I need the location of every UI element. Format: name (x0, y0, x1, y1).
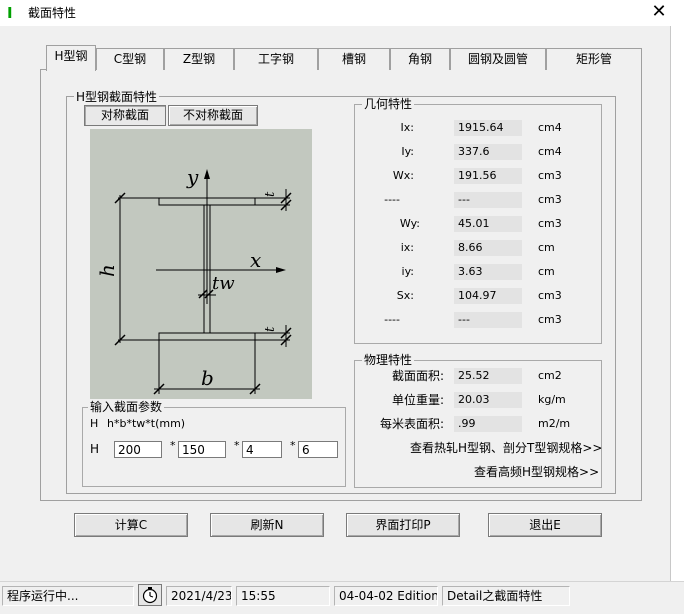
ix-unit: cm4 (538, 121, 562, 134)
app-icon: I (7, 4, 13, 22)
iy-unit: cm4 (538, 145, 562, 158)
sx2-label: ---- (384, 313, 400, 326)
asymmetric-section-button[interactable]: 不对称截面 (168, 105, 258, 126)
tw-label: tw (212, 273, 235, 294)
area-value: 25.52 (454, 368, 522, 384)
t-bottom-label: t (263, 326, 278, 332)
rx-value: 8.66 (454, 240, 522, 256)
hot-rolled-spec-link[interactable]: 查看热轧H型钢、剖分T型钢规格>> (410, 440, 602, 456)
print-button[interactable]: 界面打印P (346, 513, 460, 537)
iy-label: Iy: (401, 145, 414, 158)
tab-i-beam[interactable]: 工字钢 (234, 48, 318, 70)
status-time: 15:55 (236, 586, 330, 606)
ry-label: iy: (401, 265, 414, 278)
wx2-value: --- (454, 192, 522, 208)
formula-text: h*b*tw*t(mm) (107, 417, 186, 430)
wx-unit: cm3 (538, 169, 562, 182)
rx-unit: cm (538, 241, 555, 254)
ix-label: Ix: (400, 121, 414, 134)
wx2-unit: cm3 (538, 193, 562, 206)
status-edition: 04-04-02 Edition (334, 586, 438, 606)
t-input[interactable] (298, 441, 338, 458)
input-params-label: 输入截面参数 (88, 400, 165, 414)
status-module: Detail之截面特性 (442, 586, 570, 606)
stopwatch-icon (138, 584, 162, 606)
weight-label: 单位重量: (391, 393, 444, 407)
area-label: 截面面积: (391, 369, 444, 383)
b-label: b (201, 366, 214, 390)
area-unit: cm2 (538, 369, 562, 382)
tab-round-tube[interactable]: 圆钢及圆管 (450, 48, 546, 70)
high-freq-spec-link[interactable]: 查看高频H型钢规格>> (474, 464, 599, 480)
weight-value: 20.03 (454, 392, 522, 408)
ry-unit: cm (538, 265, 555, 278)
tab-channel[interactable]: 槽钢 (318, 48, 390, 70)
wx2-label: ---- (384, 193, 400, 206)
sx2-unit: cm3 (538, 313, 562, 326)
physical-group-label: 物理特性 (362, 353, 415, 367)
x-axis-arrow (276, 267, 286, 273)
h-beam-drawing: y x h b tw t t (95, 165, 292, 395)
status-date: 2021/4/23 (166, 586, 232, 606)
tab-h-beam[interactable]: H型钢 (46, 45, 96, 71)
wy-value: 45.01 (454, 216, 522, 232)
wy-unit: cm3 (538, 217, 562, 230)
separator-3: * (290, 439, 296, 452)
surface-unit: m2/m (538, 417, 571, 430)
ix-value: 1915.64 (454, 120, 522, 136)
weight-unit: kg/m (538, 393, 566, 406)
input-row-label: H (90, 442, 100, 456)
rx-label: ix: (400, 241, 414, 254)
h-beam-diagram: y x h b tw t t (90, 129, 312, 399)
title-bar (0, 0, 684, 26)
refresh-button[interactable]: 刷新N (210, 513, 324, 537)
bottom-flange (158, 332, 256, 341)
symmetric-section-button[interactable]: 对称截面 (84, 105, 166, 126)
calculate-button[interactable]: 计算C (74, 513, 188, 537)
surface-label: 每米表面积: (379, 417, 444, 431)
ry-value: 3.63 (454, 264, 522, 280)
separator-1: * (170, 439, 176, 452)
tw-input[interactable] (242, 441, 282, 458)
t-top-label: t (263, 191, 278, 197)
y-axis-label: y (186, 165, 199, 189)
sx2-value: --- (454, 312, 522, 328)
b-input[interactable] (178, 441, 226, 458)
section-group-label: H型钢截面特性 (74, 90, 160, 104)
sx-value: 104.97 (454, 288, 522, 304)
surface-value: .99 (454, 416, 522, 432)
tab-z-steel[interactable]: Z型钢 (164, 48, 234, 70)
wx-value: 191.56 (454, 168, 522, 184)
x-axis-label: x (250, 248, 261, 272)
wy-label: Wy: (399, 217, 420, 230)
window-title: 截面特性 (28, 6, 77, 20)
separator-2: * (234, 439, 240, 452)
iy-value: 337.6 (454, 144, 522, 160)
status-running: 程序运行中... (2, 586, 134, 606)
h-label: h (95, 264, 119, 277)
formula-prefix: H (90, 417, 99, 430)
sx-label: Sx: (396, 289, 414, 302)
close-icon[interactable]: ✕ (644, 0, 674, 26)
geometry-group-label: 几何特性 (362, 97, 415, 111)
sx-unit: cm3 (538, 289, 562, 302)
y-axis-arrow (204, 169, 210, 179)
wx-label: Wx: (392, 169, 414, 182)
exit-button[interactable]: 退出E (488, 513, 602, 537)
tab-rect-tube[interactable]: 矩形管 (546, 48, 642, 70)
side-strip (670, 26, 684, 581)
h-input[interactable] (114, 441, 162, 458)
tab-angle[interactable]: 角钢 (390, 48, 450, 70)
tab-c-steel[interactable]: C型钢 (96, 48, 164, 70)
